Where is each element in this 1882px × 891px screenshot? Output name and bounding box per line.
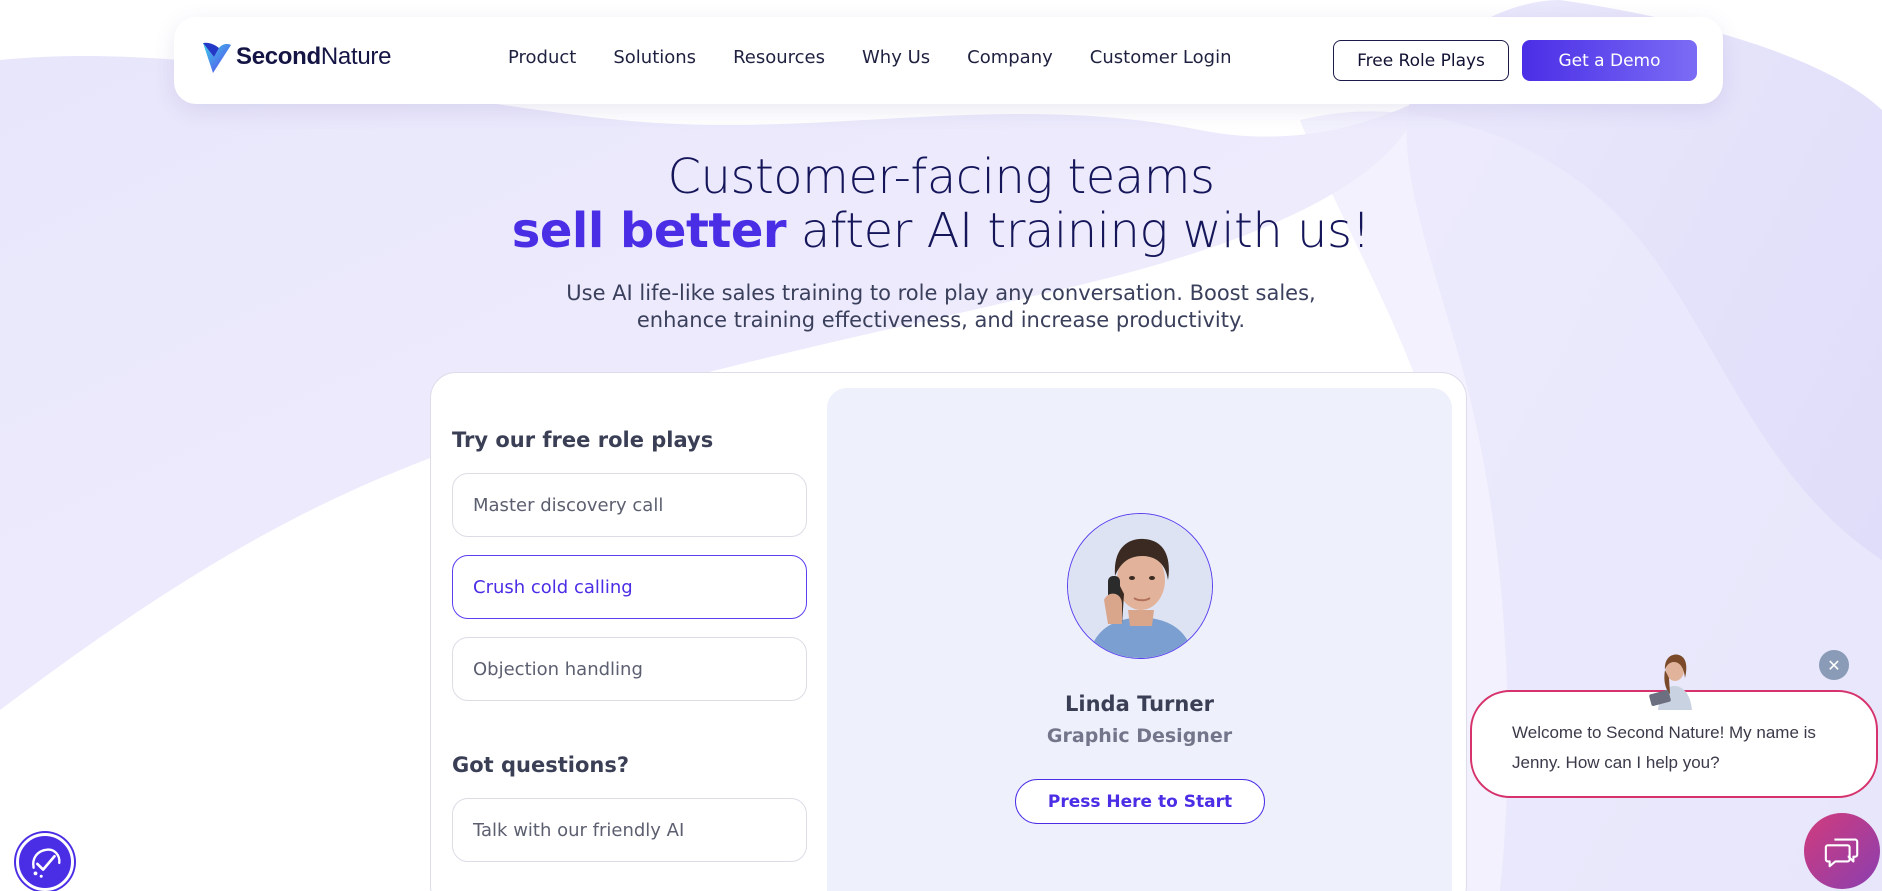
chat-agent-avatar bbox=[1644, 648, 1704, 710]
brand-name: SecondNature bbox=[236, 43, 392, 70]
nav-why-us[interactable]: Why Us bbox=[862, 47, 930, 68]
questions-title: Got questions? bbox=[452, 753, 630, 777]
option-talk-with-ai[interactable]: Talk with our friendly AI bbox=[452, 798, 807, 862]
hero-headline-line2: sell better after AI training with us! bbox=[0, 204, 1882, 258]
hero-subtitle-line2: enhance training effectiveness, and incr… bbox=[636, 308, 1246, 332]
persona-role: Graphic Designer bbox=[1046, 725, 1233, 747]
accessibility-check-icon bbox=[32, 848, 61, 878]
hero-line2-rest: after AI training with us! bbox=[786, 203, 1371, 259]
chat-launcher-button[interactable] bbox=[1804, 813, 1880, 889]
persona-name: Linda Turner bbox=[1065, 692, 1214, 716]
roleplays-title: Try our free role plays bbox=[452, 428, 714, 452]
second-nature-logo-icon bbox=[203, 42, 231, 73]
hero-subtitle: Use AI life-like sales training to role … bbox=[0, 280, 1882, 334]
nav-resources[interactable]: Resources bbox=[733, 47, 825, 68]
nav-company[interactable]: Company bbox=[967, 47, 1053, 68]
persona-pane: Linda Turner Graphic Designer Press Here… bbox=[827, 388, 1452, 891]
chat-close-button[interactable]: ✕ bbox=[1819, 650, 1849, 680]
brand-logo[interactable]: SecondNature bbox=[200, 39, 391, 75]
nav-product[interactable]: Product bbox=[508, 47, 576, 68]
nav-links: Product Solutions Resources Why Us Compa… bbox=[508, 47, 1269, 68]
nav-customer-login[interactable]: Customer Login bbox=[1090, 47, 1232, 68]
option-crush-cold-calling[interactable]: Crush cold calling bbox=[452, 555, 807, 619]
option-master-discovery-call[interactable]: Master discovery call bbox=[452, 473, 807, 537]
persona-avatar bbox=[1067, 513, 1213, 659]
top-navbar: SecondNature Product Solutions Resources… bbox=[174, 17, 1723, 104]
hero-subtitle-line1: Use AI life-like sales training to role … bbox=[566, 281, 1316, 305]
hero-headline: Customer-facing teams sell better after … bbox=[0, 150, 1882, 258]
hero-accent-text: sell better bbox=[511, 203, 787, 259]
roleplay-card: Try our free role plays Master discovery… bbox=[430, 372, 1467, 891]
option-objection-handling[interactable]: Objection handling bbox=[452, 637, 807, 701]
accessibility-button[interactable] bbox=[16, 833, 74, 891]
free-role-plays-button[interactable]: Free Role Plays bbox=[1333, 40, 1509, 81]
chat-welcome-message: Welcome to Second Nature! My name is Jen… bbox=[1512, 723, 1816, 772]
get-a-demo-button[interactable]: Get a Demo bbox=[1522, 40, 1697, 81]
nav-solutions[interactable]: Solutions bbox=[613, 47, 696, 68]
close-icon: ✕ bbox=[1827, 655, 1841, 675]
chat-bubbles-icon bbox=[1824, 838, 1859, 868]
hero-headline-line1: Customer-facing teams bbox=[667, 149, 1215, 205]
press-here-to-start-button[interactable]: Press Here to Start bbox=[1015, 779, 1265, 824]
